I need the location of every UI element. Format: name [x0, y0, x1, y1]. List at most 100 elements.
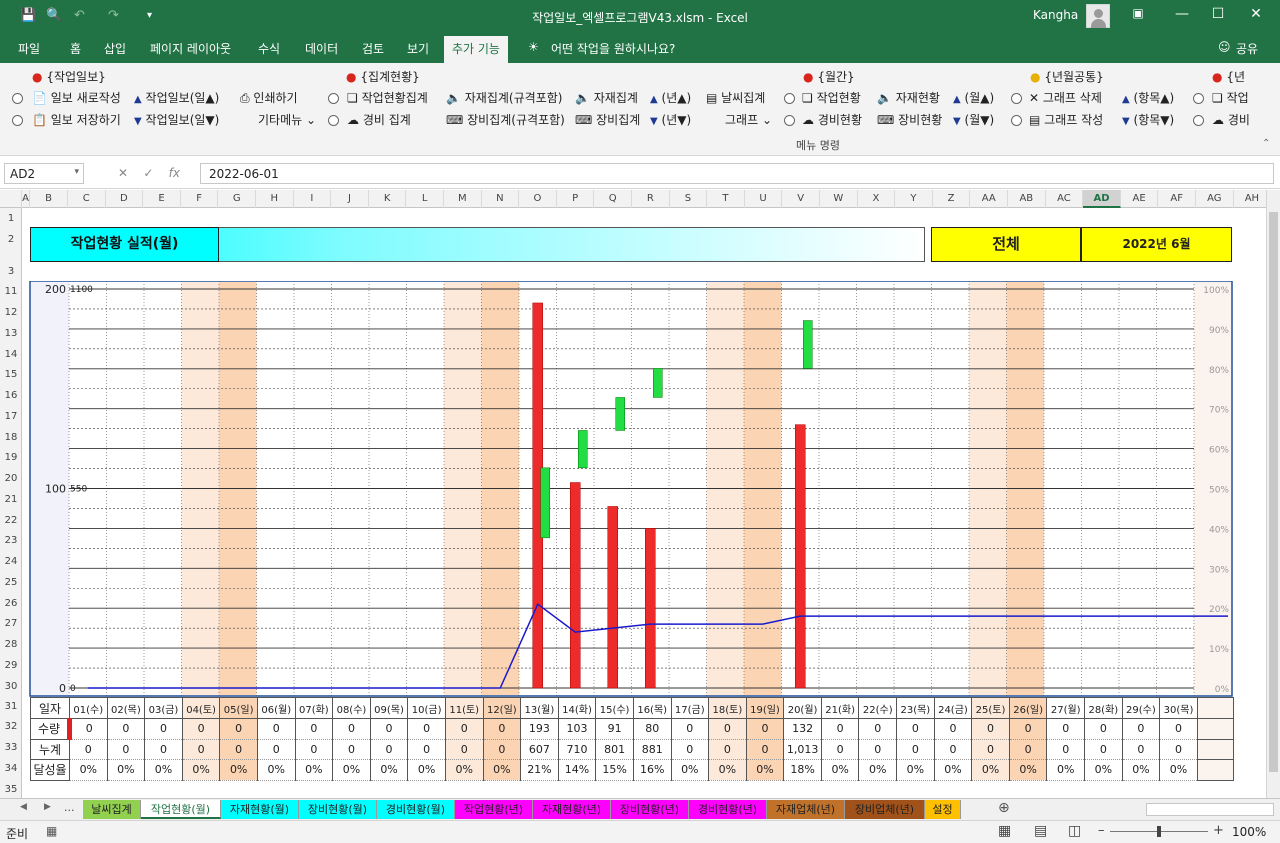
item-down-button[interactable]: ▼ (항목▼)	[1122, 113, 1174, 129]
table-cell[interactable]: 0	[482, 718, 522, 740]
column-header[interactable]: J	[331, 190, 369, 208]
zoom-level[interactable]: 100%	[1232, 825, 1266, 839]
month-up-button[interactable]: ▲ (월▲)	[953, 91, 994, 107]
table-cell[interactable]: 0	[444, 718, 484, 740]
table-cell[interactable]: 0	[1008, 738, 1048, 760]
column-header[interactable]: E	[143, 190, 181, 208]
page-break-view-icon[interactable]: ◫	[1068, 823, 1081, 839]
name-box[interactable]: AD2 ▾	[4, 163, 84, 184]
table-cell[interactable]: 0%	[219, 759, 258, 781]
month-down-button[interactable]: ▼ (월▼)	[953, 113, 994, 129]
enter-icon[interactable]: ✓	[143, 166, 153, 180]
table-cell[interactable]: 881	[632, 738, 672, 760]
table-cell[interactable]: 03(금)	[144, 697, 183, 719]
table-cell[interactable]: 0	[294, 718, 334, 740]
tab-review[interactable]: 검토	[362, 40, 384, 57]
column-header[interactable]: D	[106, 190, 144, 208]
column-header[interactable]: A	[22, 190, 30, 208]
radio-m1[interactable]	[784, 93, 795, 104]
yearly-expense-button[interactable]: ☁ 경비	[1212, 113, 1250, 127]
table-cell[interactable]: 0%	[745, 759, 785, 781]
expense-status-button[interactable]: ☁ 경비현황	[802, 113, 862, 127]
table-cell[interactable]: 29(수)	[1121, 697, 1161, 719]
weather-summary-button[interactable]: ▤ 날씨집계	[706, 91, 765, 105]
table-cell[interactable]: 16%	[632, 759, 672, 781]
table-cell[interactable]: 20(월)	[783, 697, 822, 719]
minimize-icon[interactable]: —	[1172, 6, 1192, 22]
column-header[interactable]: P	[557, 190, 595, 208]
normal-view-icon[interactable]: ▦	[998, 823, 1011, 839]
table-cell[interactable]: 0	[1121, 718, 1161, 740]
row-header[interactable]: 22	[0, 515, 22, 526]
row-header[interactable]: 27	[0, 618, 22, 629]
cancel-icon[interactable]: ✕	[118, 166, 128, 180]
radio-sum2[interactable]	[328, 115, 339, 126]
row-header[interactable]: 2	[0, 234, 22, 245]
table-cell[interactable]: 0	[670, 738, 710, 760]
radio-sum1[interactable]	[328, 93, 339, 104]
table-cell[interactable]: 01(수)	[69, 697, 108, 719]
column-header[interactable]: B	[30, 190, 68, 208]
table-cell[interactable]: 0%	[407, 759, 446, 781]
table-cell[interactable]: 0	[933, 718, 973, 740]
table-cell[interactable]: 0%	[1121, 759, 1161, 781]
row-header[interactable]: 11	[0, 286, 22, 297]
table-cell[interactable]: 0	[820, 718, 860, 740]
radio-new[interactable]	[12, 93, 23, 104]
table-cell[interactable]: 0	[219, 738, 258, 760]
row-header[interactable]: 25	[0, 577, 22, 588]
table-cell[interactable]: 09(목)	[369, 697, 409, 719]
zoom-out-icon[interactable]: –	[1098, 823, 1105, 838]
table-cell[interactable]: 24(금)	[933, 697, 973, 719]
radio-y2[interactable]	[1193, 115, 1204, 126]
table-cell[interactable]: 0	[858, 738, 898, 760]
table-cell[interactable]: 0	[896, 738, 935, 760]
table-cell[interactable]: 14(화)	[557, 697, 597, 719]
radio-c2[interactable]	[1011, 115, 1022, 126]
table-cell[interactable]: 26(일)	[1008, 697, 1048, 719]
row-header[interactable]: 28	[0, 639, 22, 650]
table-cell[interactable]: 0	[482, 738, 522, 760]
row-header[interactable]: 30	[0, 681, 22, 692]
table-cell[interactable]: 0	[670, 718, 710, 740]
tab-data[interactable]: 데이터	[305, 40, 338, 57]
row-header[interactable]: 33	[0, 742, 22, 753]
table-cell[interactable]: 0	[144, 718, 183, 740]
row-header[interactable]: 21	[0, 494, 22, 505]
select-all-corner[interactable]	[0, 190, 22, 208]
expense-summary-button[interactable]: ☁ 경비 집계	[347, 113, 411, 127]
tab-home[interactable]: 홈	[70, 40, 81, 57]
table-cell[interactable]: 10(금)	[407, 697, 446, 719]
work-status-button[interactable]: ❏ 작업현황	[802, 91, 861, 105]
user-name[interactable]: Kangha	[1033, 8, 1078, 22]
column-header[interactable]: L	[406, 190, 444, 208]
table-cell[interactable]: 18(토)	[708, 697, 747, 719]
scroll-thumb[interactable]	[1269, 212, 1278, 772]
radio-y1[interactable]	[1193, 93, 1204, 104]
table-cell[interactable]: 0%	[294, 759, 334, 781]
table-cell[interactable]: 0%	[482, 759, 522, 781]
table-cell[interactable]: 0	[256, 718, 296, 740]
column-header[interactable]: AB	[1008, 190, 1046, 208]
table-cell[interactable]: 11(토)	[444, 697, 484, 719]
table-cell[interactable]: 0%	[971, 759, 1010, 781]
table-cell[interactable]: 07(화)	[294, 697, 334, 719]
material-spec-button[interactable]: 🔈 자재집계(규격포함)	[446, 91, 562, 105]
sheet-tab[interactable]: 장비현황(월)	[299, 800, 377, 819]
vertical-scrollbar[interactable]	[1266, 190, 1280, 798]
table-cell[interactable]: 0%	[1159, 759, 1198, 781]
row-header[interactable]: 26	[0, 598, 22, 609]
table-cell[interactable]: 15(수)	[595, 697, 634, 719]
save-report-button[interactable]: 📋 일보 저장하기	[32, 113, 121, 127]
table-cell[interactable]: 0	[294, 738, 334, 760]
sheet-tab[interactable]: 경비현황(년)	[689, 800, 767, 819]
table-cell[interactable]: 13(월)	[520, 697, 559, 719]
column-header[interactable]: H	[256, 190, 294, 208]
zoom-in-icon[interactable]: +	[1213, 823, 1224, 838]
new-report-button[interactable]: 📄 일보 새로작성	[32, 91, 121, 105]
row-header[interactable]: 12	[0, 307, 22, 318]
table-cell[interactable]: 0%	[820, 759, 860, 781]
table-cell[interactable]: 0	[369, 718, 409, 740]
row-header[interactable]: 13	[0, 328, 22, 339]
table-cell[interactable]: 0%	[858, 759, 898, 781]
